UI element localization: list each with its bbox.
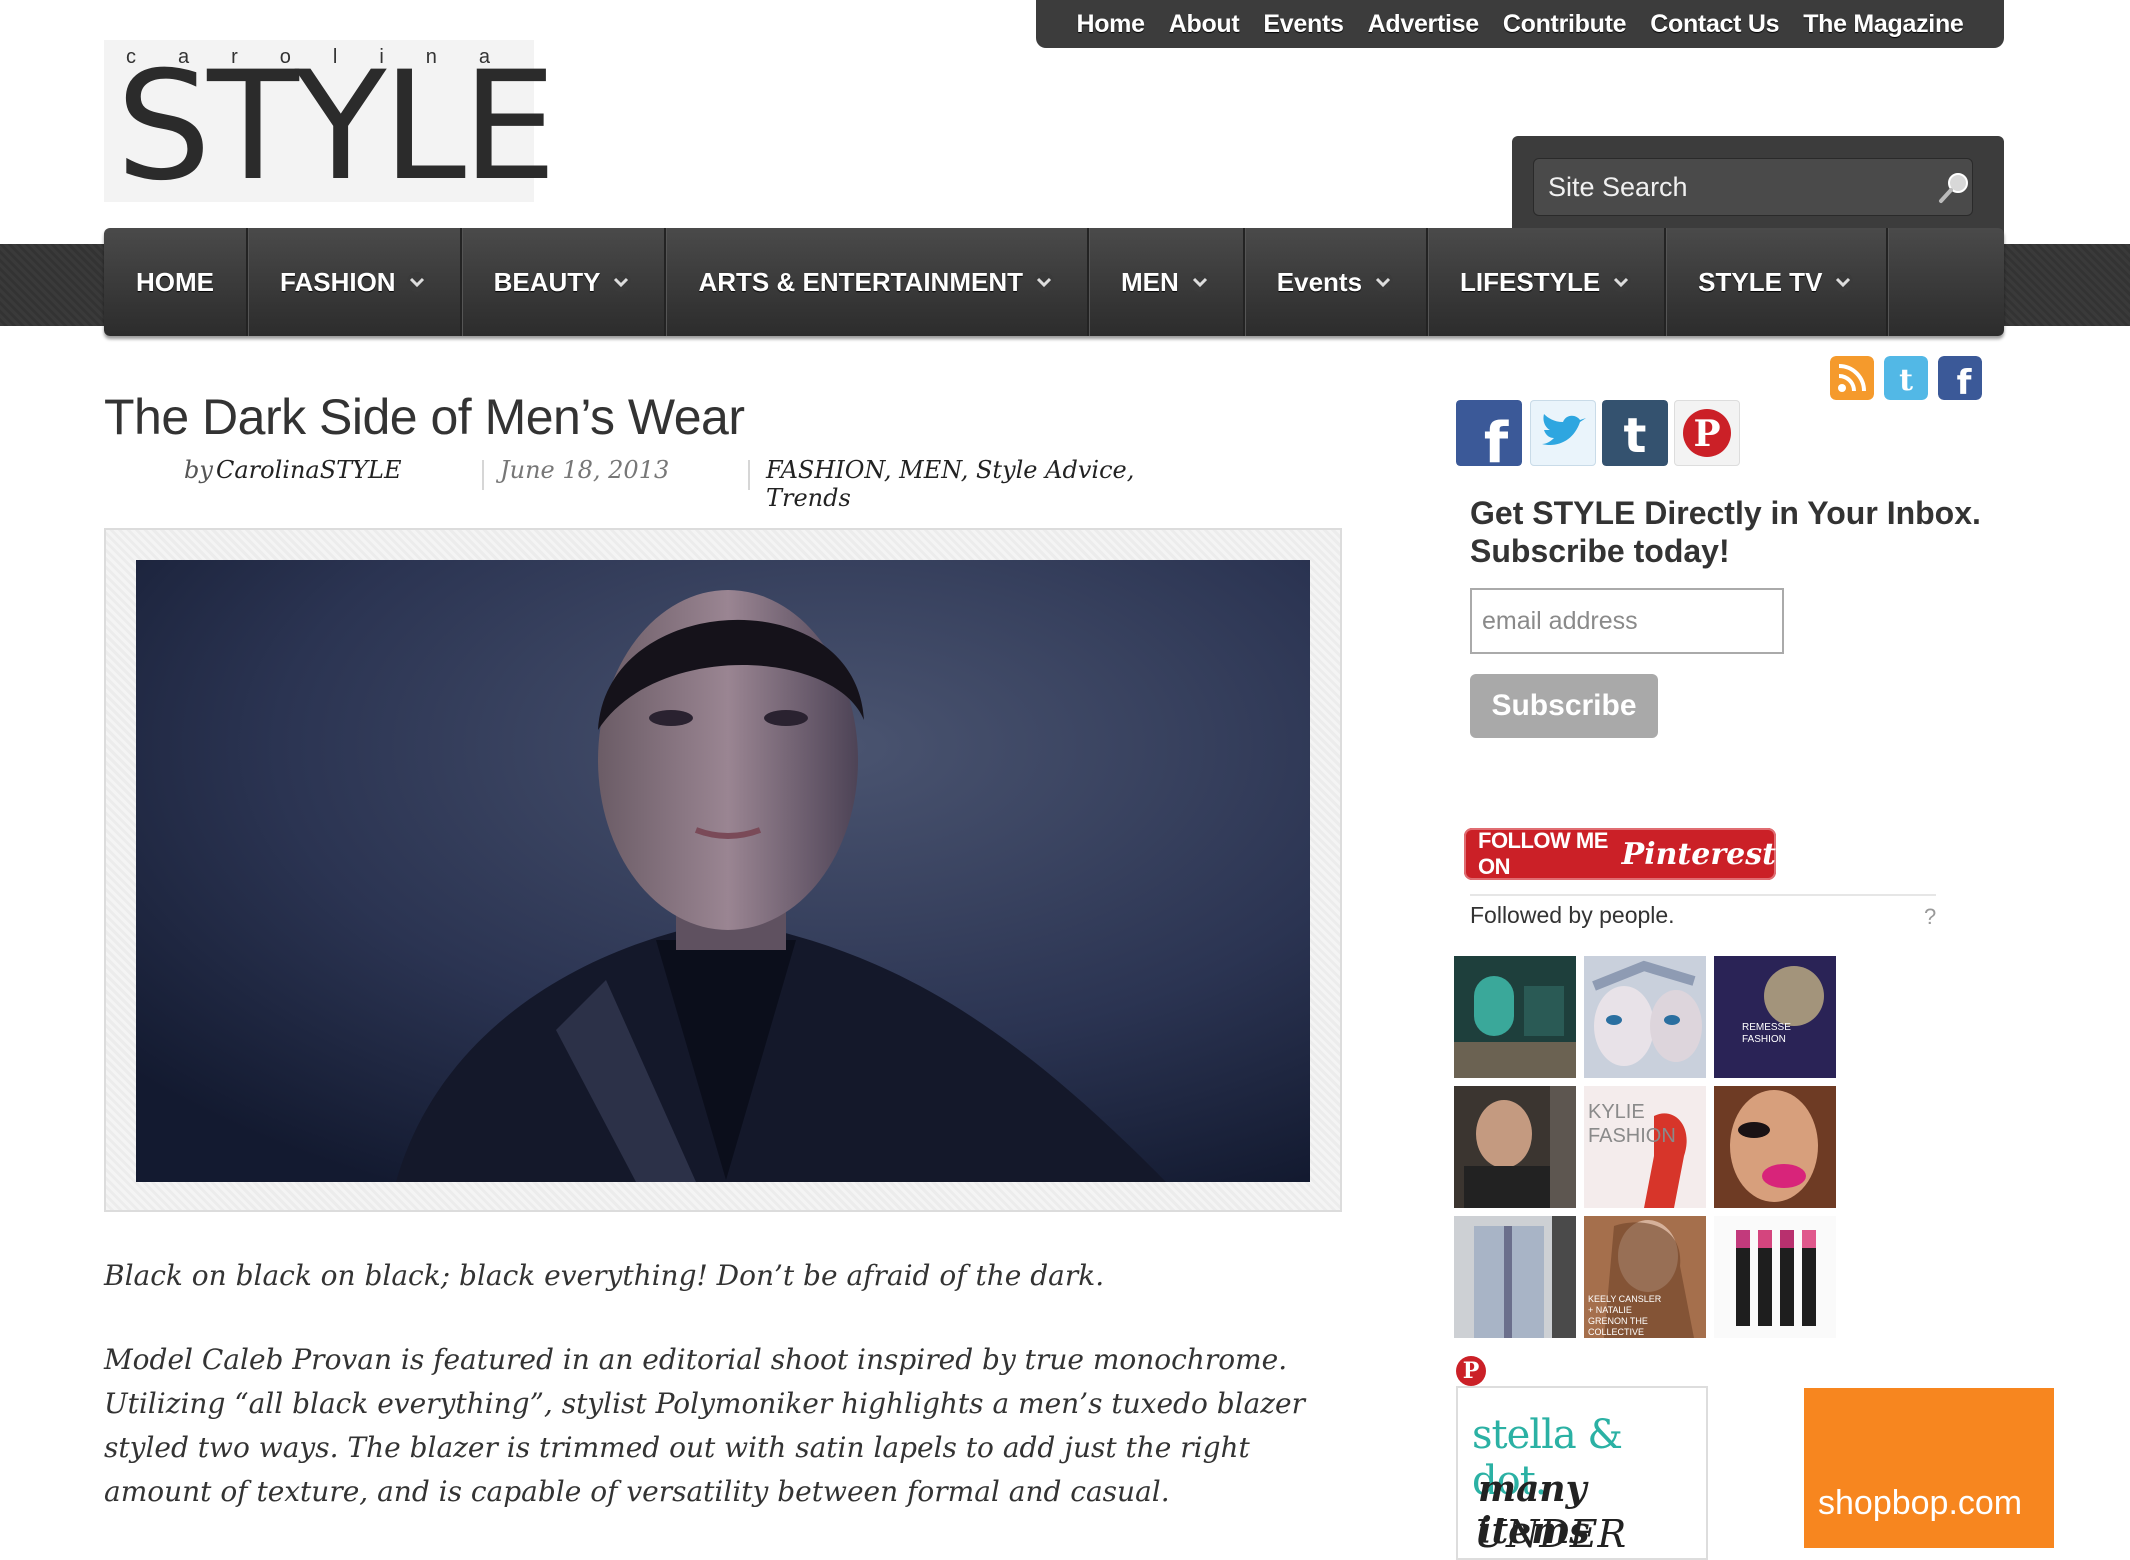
pin-thumbnail[interactable] xyxy=(1714,1216,1836,1338)
pin-thumbnail[interactable] xyxy=(1454,1086,1576,1208)
search-input[interactable] xyxy=(1533,158,1973,216)
chevron-down-icon xyxy=(1034,272,1054,292)
category-link-fashion[interactable]: FASHION xyxy=(766,456,884,484)
pinterest-icon[interactable]: P xyxy=(1456,1356,1486,1386)
svg-text:P: P xyxy=(1693,413,1720,455)
stella-dot-ad[interactable]: stella & dot. many items UNDER $50 xyxy=(1456,1386,1708,1560)
article-paragraph-2: Model Caleb Provan is featured in an edi… xyxy=(104,1343,1305,1508)
top-link-events[interactable]: Events xyxy=(1263,10,1343,39)
chevron-down-icon xyxy=(1189,272,1210,292)
svg-text:t: t xyxy=(1899,363,1913,398)
twitter-icon[interactable]: t xyxy=(1884,356,1928,400)
facebook-icon[interactable]: f xyxy=(1938,356,1982,400)
top-link-about[interactable]: About xyxy=(1169,10,1240,39)
main-nav: HOME FASHION BEAUTY ARTS & ENTERTAINMENT… xyxy=(104,228,2004,336)
pin-thumbnail[interactable] xyxy=(1584,956,1706,1078)
pin-thumbnail[interactable] xyxy=(1714,1086,1836,1208)
chevron-down-icon xyxy=(1833,272,1854,292)
pinterest-follow-brand: Pinterest xyxy=(1621,836,1776,872)
nav-item-fashion[interactable]: FASHION xyxy=(248,228,462,336)
nav-item-events[interactable]: Events xyxy=(1245,228,1429,336)
nav-item-home[interactable]: HOME xyxy=(104,228,248,336)
top-links-bar: Home About Events Advertise Contribute C… xyxy=(1036,0,2004,48)
help-link[interactable]: ? xyxy=(1924,904,1936,930)
facebook-icon[interactable]: f xyxy=(1456,400,1522,466)
nav-item-men[interactable]: MEN xyxy=(1089,228,1245,336)
pin-thumbnail-caption: REMESSE FASHION xyxy=(1742,1022,1791,1045)
pin-thumbnail[interactable] xyxy=(1454,1216,1576,1338)
email-field[interactable] xyxy=(1470,588,1784,654)
svg-text:f: f xyxy=(1484,411,1509,466)
pinterest-follow-button[interactable]: FOLLOW ME ON Pinterest xyxy=(1464,828,1776,880)
featured-image[interactable] xyxy=(136,560,1310,1182)
svg-text:f: f xyxy=(1957,363,1973,400)
tumblr-icon[interactable]: t xyxy=(1602,400,1668,466)
pinterest-icon[interactable]: P xyxy=(1674,400,1740,466)
pin-thumbnail[interactable]: KYLIE FASHION xyxy=(1584,1086,1706,1208)
nav-item-label: MEN xyxy=(1121,266,1179,297)
followed-count-text: Followed by people. xyxy=(1470,902,1675,928)
logo-big-text: STYLE xyxy=(116,40,557,214)
chevron-down-icon xyxy=(611,272,632,292)
twitter-icon[interactable] xyxy=(1530,400,1596,466)
divider xyxy=(1470,894,1936,896)
category-link-trends[interactable]: Trends xyxy=(766,484,851,512)
article-title: The Dark Side of Men’s Wear xyxy=(104,389,745,445)
top-link-contribute[interactable]: Contribute xyxy=(1503,10,1627,39)
ad-brand: shopbop.com xyxy=(1818,1484,2023,1522)
top-link-advertise[interactable]: Advertise xyxy=(1368,10,1480,39)
meta-divider xyxy=(748,460,750,490)
meta-divider xyxy=(482,460,484,490)
pin-thumbnail[interactable] xyxy=(1454,956,1576,1078)
nav-item-beauty[interactable]: BEAUTY xyxy=(462,228,667,336)
nav-item-label: ARTS & ENTERTAINMENT xyxy=(698,266,1023,297)
pin-thumbnail-caption: KEELY CANSLER + NATALIE GRENON THE COLLE… xyxy=(1588,1294,1662,1337)
site-logo[interactable]: carolina STYLE xyxy=(104,40,557,202)
pin-thumbnail-caption: KYLIE FASHION xyxy=(1588,1101,1676,1147)
nav-item-arts-entertainment[interactable]: ARTS & ENTERTAINMENT xyxy=(666,228,1089,336)
chevron-down-icon xyxy=(1611,272,1632,292)
rss-icon[interactable] xyxy=(1830,356,1874,400)
pin-thumbnail[interactable]: KEELY CANSLER + NATALIE GRENON THE COLLE… xyxy=(1584,1216,1706,1338)
nav-item-label: LIFESTYLE xyxy=(1460,266,1601,297)
article-paragraph-1: Black on black on black; black everythin… xyxy=(104,1259,1105,1292)
nav-item-label: FASHION xyxy=(280,266,396,297)
nav-item-label: BEAUTY xyxy=(493,266,601,297)
top-link-contact-us[interactable]: Contact Us xyxy=(1650,10,1779,39)
nav-item-label: Events xyxy=(1276,266,1363,297)
featured-image-frame xyxy=(104,528,1342,1212)
category-list: FASHION, MEN, Style Advice, Trends xyxy=(766,456,1135,512)
site-search-box xyxy=(1512,136,2004,236)
article-meta: by CarolinaSTYLE June 18, 2013 FASHION, … xyxy=(104,456,1204,512)
svg-text:t: t xyxy=(1624,408,1647,464)
subscribe-button[interactable]: Subscribe xyxy=(1470,674,1658,738)
nav-item-lifestyle[interactable]: LIFESTYLE xyxy=(1428,228,1667,336)
pinterest-follow-prefix: FOLLOW ME ON xyxy=(1478,828,1608,879)
top-link-the-magazine[interactable]: The Magazine xyxy=(1803,10,1964,39)
newsletter-heading: Get STYLE Directly in Your Inbox. Subscr… xyxy=(1470,495,1981,569)
byline-prefix: by xyxy=(184,456,213,484)
nav-item-label: STYLE TV xyxy=(1698,266,1823,297)
nav-item-style-tv[interactable]: STYLE TV xyxy=(1666,228,1889,336)
chevron-down-icon xyxy=(406,272,427,292)
author-link[interactable]: CarolinaSTYLE xyxy=(216,456,401,484)
post-date: June 18, 2013 xyxy=(500,456,670,484)
category-link-style-advice[interactable]: Style Advice xyxy=(976,456,1127,484)
ad-text: UNDER $50 xyxy=(1474,1512,1627,1558)
chevron-down-icon xyxy=(1373,272,1394,292)
pin-thumbnail[interactable]: REMESSE FASHION xyxy=(1714,956,1836,1078)
shopbop-ad[interactable]: shopbop.com xyxy=(1804,1388,2054,1548)
nav-item-label: HOME xyxy=(136,266,214,297)
search-icon[interactable] xyxy=(1936,170,1972,206)
top-link-home[interactable]: Home xyxy=(1076,10,1145,39)
category-link-men[interactable]: MEN xyxy=(899,456,961,484)
